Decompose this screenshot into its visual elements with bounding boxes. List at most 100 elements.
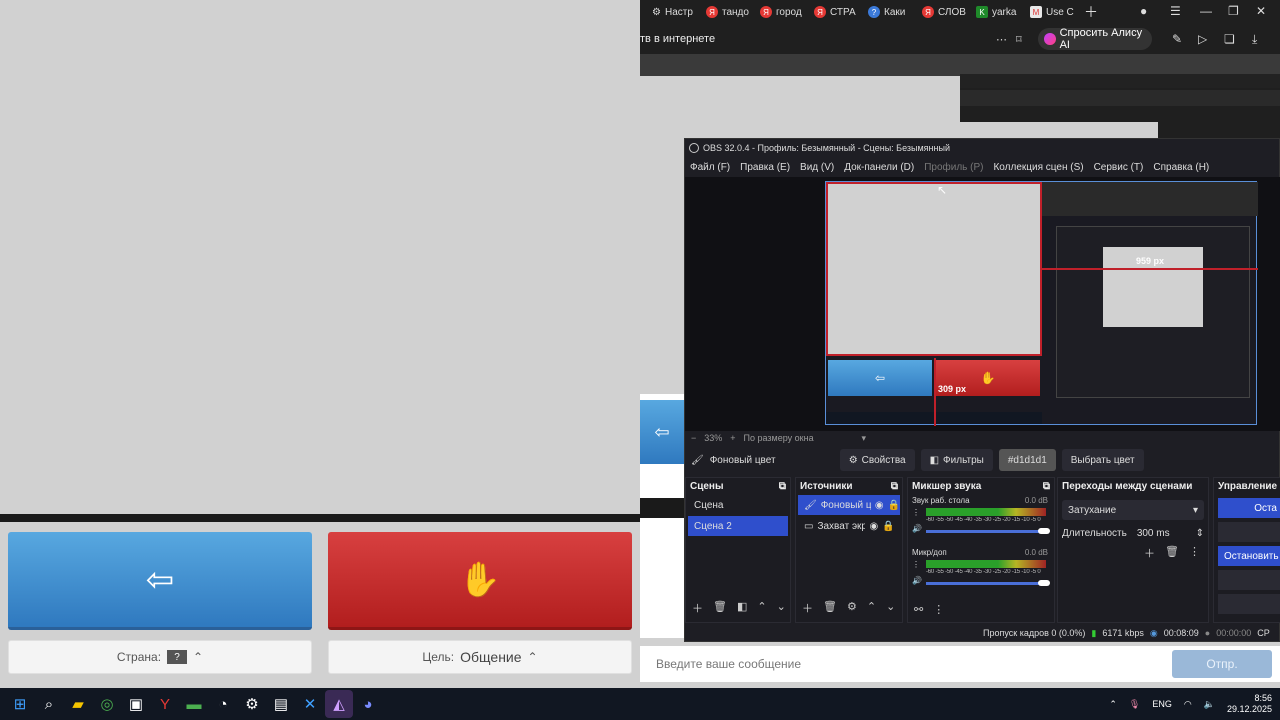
active-app-icon[interactable]: ◭ (325, 690, 353, 718)
chevron-up-icon[interactable]: ⌃ (757, 600, 766, 616)
alice-button[interactable]: Спросить Алису AI (1038, 27, 1152, 51)
restore-icon[interactable]: ❐ (1228, 4, 1239, 18)
slider-handle[interactable] (1038, 580, 1050, 586)
store-icon[interactable]: ▣ (122, 690, 150, 718)
source-item[interactable]: 🖌 Фоновый ц ◉ 🔒 (798, 495, 900, 515)
profile-icon[interactable]: ● (1140, 4, 1147, 18)
menu-scene-collection[interactable]: Коллекция сцен (S) (993, 162, 1083, 173)
undock-icon[interactable]: ⧉ (891, 481, 898, 492)
menu-view[interactable]: Вид (V) (800, 162, 834, 173)
scene-item[interactable]: Сцена (688, 495, 788, 515)
search-icon[interactable]: ⌕ (35, 690, 63, 718)
more-icon[interactable]: ⋯ (996, 33, 1007, 46)
message-input[interactable]: Введите ваше сообщение (648, 650, 1168, 678)
stop-button[interactable]: ✋ (328, 532, 632, 630)
microphone-icon[interactable]: 🎙 (1129, 699, 1140, 710)
gear-icon[interactable]: ⚙ (847, 600, 857, 616)
duration-input[interactable]: 300 ms (1137, 528, 1186, 539)
selected-source[interactable] (826, 182, 1042, 356)
stop-stream-button[interactable]: Оста (1218, 498, 1280, 518)
play-icon[interactable]: ▷ (1198, 32, 1207, 46)
country-selector[interactable]: Страна: ? ⌃ (8, 640, 312, 674)
chevron-up-icon[interactable]: ⌃ (1109, 699, 1117, 710)
add-icon[interactable]: ＋ (692, 600, 703, 616)
properties-button[interactable]: ⚙ Свойства (839, 449, 915, 471)
fit-mode-select[interactable]: По размеру окна (744, 433, 854, 443)
settings-icon[interactable]: ⚙ (238, 690, 266, 718)
menu-icon[interactable]: ⋮ (933, 603, 944, 616)
tab-item[interactable]: ? Каки (864, 1, 916, 23)
send-button[interactable]: Отпр. (1172, 650, 1272, 678)
download-icon[interactable]: ⤓ (1252, 32, 1257, 47)
menu-icon[interactable]: ⋮ (912, 560, 920, 569)
address-bar[interactable]: тв в интернете ⋯ ⌑ (640, 26, 1280, 52)
lock-icon[interactable]: 🔒 (888, 500, 900, 511)
chevron-down-icon[interactable]: ⌄ (886, 600, 895, 616)
volume-slider[interactable] (926, 582, 1046, 585)
menu-docks[interactable]: Док-панели (D) (844, 162, 914, 173)
scene-item[interactable]: Сцена 2 (688, 516, 788, 536)
menu-file[interactable]: Файл (F) (690, 162, 730, 173)
yandex-browser-icon[interactable]: Y (151, 690, 179, 718)
menu-icon[interactable]: ⋮ (912, 508, 920, 517)
volume-slider[interactable] (926, 530, 1046, 533)
obs-icon[interactable]: ◔ (209, 690, 237, 718)
wifi-icon[interactable]: ◠ (1184, 699, 1192, 710)
chevron-down-icon[interactable]: ▾ (862, 433, 867, 444)
menu-help[interactable]: Справка (H) (1153, 162, 1209, 173)
menu-edit[interactable]: Правка (E) (740, 162, 790, 173)
preview-canvas[interactable]: ⇦ ✋ 959 px 309 px ↖ (685, 177, 1280, 431)
minimize-icon[interactable]: — (1200, 4, 1212, 18)
stepper-icon[interactable]: ⇕ (1196, 528, 1204, 539)
clock[interactable]: 8:56 29.12.2025 (1227, 693, 1272, 715)
terminal-icon[interactable]: ▬ (180, 690, 208, 718)
windows-start-icon[interactable]: ⊞ (6, 690, 34, 718)
window-icon[interactable]: ▤ (267, 690, 295, 718)
next-button[interactable]: ⇦ (8, 532, 312, 630)
slider-handle[interactable] (1038, 528, 1050, 534)
tab-item[interactable]: Ягород (756, 1, 808, 23)
menu-icon[interactable]: ☰ (1170, 4, 1181, 18)
language-indicator[interactable]: ENG (1152, 699, 1172, 709)
tab-item[interactable]: Я СЛОВ (918, 1, 970, 23)
menu-icon[interactable]: ⋮ (1189, 545, 1200, 561)
choose-color-button[interactable]: Выбрать цвет (1061, 449, 1144, 471)
file-explorer-icon[interactable]: ▰ (64, 690, 92, 718)
new-tab-button[interactable]: ＋ (1084, 2, 1098, 22)
volume-icon[interactable]: 🔈 (1204, 699, 1215, 710)
add-icon[interactable]: ＋ (802, 600, 813, 616)
control-button[interactable] (1218, 522, 1280, 542)
discord-icon[interactable]: ◕ (354, 690, 382, 718)
goal-selector[interactable]: Цель: Общение ⌃ (328, 640, 632, 674)
close-icon[interactable]: ✕ (1256, 4, 1266, 18)
transition-select[interactable]: Затухание ▾ (1062, 500, 1204, 520)
control-button[interactable] (1218, 570, 1280, 590)
menu-tools[interactable]: Сервис (T) (1094, 162, 1144, 173)
speaker-icon[interactable]: 🔊 (912, 524, 922, 533)
tab-settings[interactable]: ⚙ Настр (648, 1, 700, 23)
collections-icon[interactable]: ❏ (1224, 32, 1235, 46)
source-item[interactable]: ▭Захват экра◉ 🔒 (798, 516, 900, 536)
stop-recording-button[interactable]: Остановить (1218, 546, 1280, 566)
zoom-in-icon[interactable]: + (730, 433, 735, 443)
eye-icon[interactable]: ◉ (875, 500, 884, 511)
trash-icon[interactable]: 🗑 (713, 600, 727, 616)
control-button[interactable] (1218, 594, 1280, 614)
filters-button[interactable]: ◧ Фильтры (920, 449, 993, 471)
zoom-out-icon[interactable]: − (691, 433, 696, 443)
eye-icon[interactable]: ◉ (869, 521, 878, 532)
undock-icon[interactable]: ⧉ (1043, 481, 1050, 492)
tab-item[interactable]: Ятандо (702, 1, 754, 23)
app-icon[interactable]: ✕ (296, 690, 324, 718)
bookmark-icon[interactable]: ⌑ (1016, 33, 1022, 46)
undock-icon[interactable]: ⧉ (779, 481, 786, 492)
menu-profile[interactable]: Профиль (P) (924, 162, 983, 173)
chevron-down-icon[interactable]: ⌄ (777, 600, 786, 616)
extension-icon[interactable]: ✎ (1172, 32, 1182, 46)
link-icon[interactable]: ⚯ (914, 603, 923, 616)
filter-icon[interactable]: ◧ (737, 600, 747, 616)
trash-icon[interactable]: 🗑 (823, 600, 837, 616)
tab-item[interactable]: M Use C (1026, 1, 1078, 23)
lock-icon[interactable]: 🔒 (882, 521, 894, 532)
chrome-icon[interactable]: ◎ (93, 690, 121, 718)
